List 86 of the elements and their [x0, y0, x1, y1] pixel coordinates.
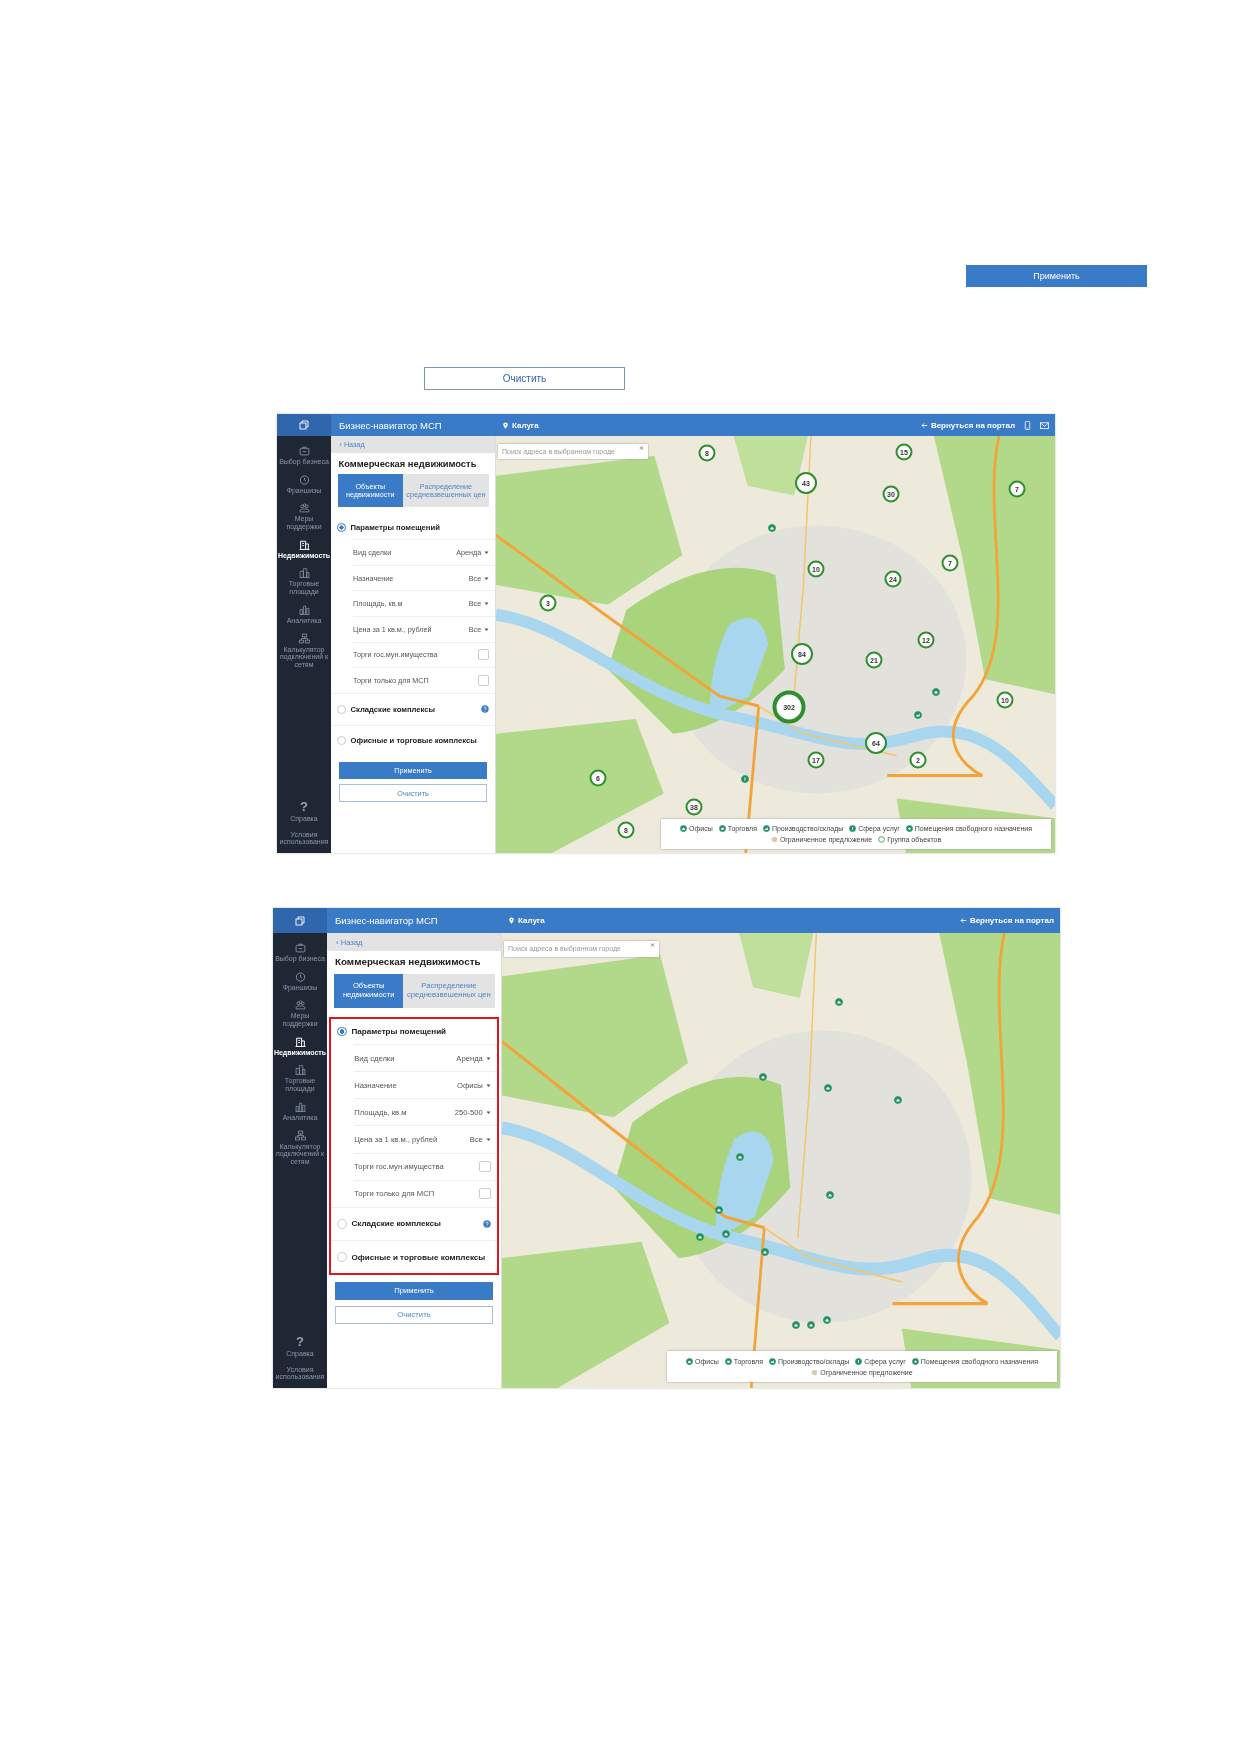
star-marker-icon — [911, 1357, 919, 1365]
radio-button[interactable] — [337, 1026, 347, 1037]
caret-icon — [485, 1082, 491, 1088]
radio-button[interactable] — [336, 736, 347, 746]
marker-icon[interactable] — [761, 1248, 769, 1256]
portal-link[interactable]: Вернуться на портал — [959, 916, 1054, 925]
caret-icon — [485, 1055, 491, 1061]
radio-button[interactable] — [336, 704, 347, 714]
marker-icon[interactable] — [759, 1073, 767, 1081]
section-label: Складские комплексы — [351, 1219, 442, 1229]
caret-icon — [485, 1109, 491, 1115]
caret-icon — [484, 601, 490, 607]
panel-title: Коммерческая недвижимость — [338, 457, 478, 470]
people-icon — [298, 502, 310, 514]
marker-icon[interactable] — [792, 1321, 800, 1329]
marker-icon[interactable] — [741, 775, 749, 783]
bar-marker-icon — [855, 1357, 863, 1365]
caret-icon — [485, 1136, 491, 1142]
chart-icon — [298, 603, 310, 615]
marker-icon[interactable] — [824, 1084, 832, 1092]
factory-marker-icon — [762, 825, 770, 832]
blob-icon — [770, 836, 778, 843]
caret-icon — [484, 626, 490, 632]
radio-button[interactable] — [336, 522, 347, 532]
marker-icon[interactable] — [932, 688, 940, 696]
buildings-icon — [298, 567, 310, 579]
radio-button[interactable] — [337, 1252, 347, 1263]
help-icon: ? — [300, 799, 308, 813]
city-selector[interactable]: Калуга — [508, 916, 545, 925]
star-marker-icon — [905, 825, 913, 832]
pin-icon — [508, 917, 515, 924]
close-icon[interactable] — [639, 445, 644, 450]
city-selector[interactable]: Калуга — [502, 420, 539, 430]
checkbox[interactable] — [479, 1160, 491, 1173]
logo-icon — [299, 420, 309, 430]
cart-marker-icon — [718, 825, 726, 832]
caret-icon — [484, 549, 490, 555]
ring-icon — [878, 836, 886, 843]
briefcase-icon — [298, 445, 310, 456]
checkbox[interactable] — [478, 649, 490, 661]
marker-icon[interactable] — [823, 1316, 831, 1324]
marker-icon[interactable] — [807, 1321, 815, 1329]
house-marker-icon — [686, 1357, 694, 1365]
app-title: Бизнес-навигатор МСП — [339, 419, 442, 431]
apply-button[interactable]: Применить — [966, 265, 1147, 287]
people-icon — [294, 999, 306, 1011]
buildings-icon — [294, 1064, 306, 1076]
panel-title: Коммерческая недвижимость — [334, 955, 482, 969]
marker-icon[interactable] — [768, 524, 776, 532]
briefcase-icon — [294, 942, 306, 953]
marker-icon[interactable] — [914, 711, 922, 719]
radio-button[interactable] — [337, 1218, 347, 1229]
caret-icon — [484, 575, 490, 581]
marker-icon[interactable] — [736, 1153, 744, 1161]
factory-marker-icon — [768, 1357, 776, 1365]
clear-button[interactable]: Очистить — [424, 367, 625, 390]
clock-icon — [294, 970, 306, 982]
marker-icon[interactable] — [722, 1230, 730, 1238]
chart-icon — [294, 1100, 306, 1112]
building-icon — [298, 538, 310, 550]
clock-icon — [298, 473, 310, 485]
network-icon — [298, 632, 310, 644]
marker-icon[interactable] — [894, 1096, 902, 1104]
help-icon: ? — [296, 1334, 304, 1348]
marker-icon[interactable] — [835, 998, 843, 1006]
marker-icon[interactable] — [715, 1206, 723, 1214]
bar-marker-icon — [849, 825, 857, 832]
mail-icon — [1040, 420, 1049, 430]
section-label: Параметры помещений — [351, 1027, 448, 1037]
marker-icon[interactable] — [696, 1233, 704, 1241]
house-marker-icon — [680, 825, 688, 832]
building-icon — [294, 1035, 306, 1047]
portal-link[interactable]: Вернуться на портал — [920, 420, 1015, 430]
arrow-left-icon — [920, 421, 928, 429]
section-label: Офисные и торговые комплексы — [351, 1252, 487, 1262]
checkbox[interactable] — [479, 1187, 491, 1200]
close-icon[interactable] — [650, 942, 655, 948]
checkbox[interactable] — [478, 675, 490, 687]
blob-icon — [811, 1368, 819, 1376]
app-title: Бизнес-навигатор МСП — [335, 915, 438, 926]
pin-icon — [502, 421, 509, 429]
arrow-left-icon — [959, 917, 967, 924]
cart-marker-icon — [724, 1357, 732, 1365]
logo-icon — [295, 915, 305, 926]
marker-icon[interactable] — [826, 1191, 834, 1199]
network-icon — [294, 1129, 306, 1141]
